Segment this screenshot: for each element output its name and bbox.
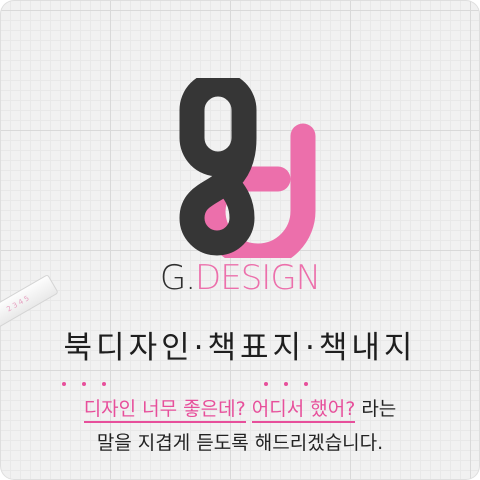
description-line-2: 말을 지겹게 듣도록 해드리겠습니다.: [96, 432, 384, 454]
promo-card: 2 3 4 5 G.DESIGN 북디자인·책표지·책내지 디자인 너무 좋은데…: [0, 0, 480, 480]
emphasis-dot: [304, 382, 308, 386]
emphasis-dot: [62, 382, 66, 386]
emphasis-dot: [102, 382, 106, 386]
tagline: 북디자인·책표지·책내지: [63, 330, 417, 366]
emphasis-dot: [284, 382, 288, 386]
emphasis-dot: [82, 382, 86, 386]
emphasis-dot: [264, 382, 268, 386]
highlight-quote-2: 어디서 했어?: [251, 398, 356, 423]
brand-name: DESIGN: [195, 258, 321, 298]
brand-initial: G.: [159, 258, 196, 298]
description-suffix: 라는: [361, 398, 397, 420]
brand-wordmark: G.DESIGN: [0, 258, 480, 298]
highlight-quote-1: 디자인 너무 좋은데?: [83, 398, 246, 423]
description-line-1: 디자인 너무 좋은데? 어디서 했어? 라는: [0, 394, 480, 423]
gd-logo-icon: [179, 78, 316, 258]
